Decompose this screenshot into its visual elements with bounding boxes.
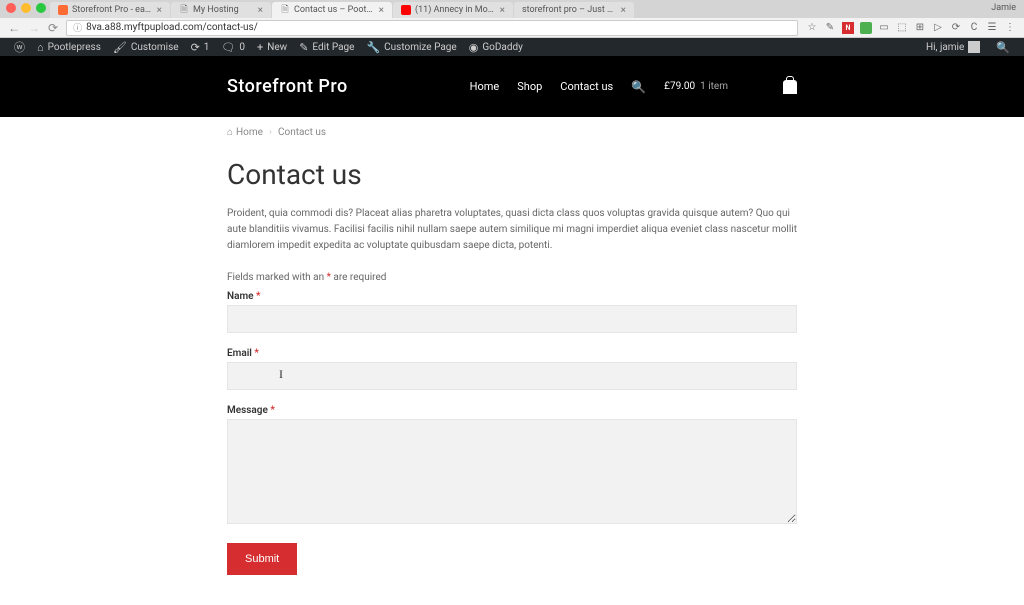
submit-button[interactable]: Submit	[227, 543, 297, 575]
home-icon: ⌂	[227, 127, 233, 138]
browser-tab[interactable]: (11) Annecy in Motion - 4K - S ×	[393, 2, 513, 18]
wrench-icon: 🔧	[366, 41, 380, 54]
mac-window-controls	[6, 3, 46, 13]
main-nav: Home Shop Contact us 🔍 £79.00 1 item	[470, 80, 797, 94]
cart-summary[interactable]: £79.00 1 item	[664, 80, 797, 94]
tab-title: (11) Annecy in Motion - 4K - S	[415, 5, 496, 15]
url-text: 8va.a88.myftpupload.com/contact-us/	[86, 22, 258, 33]
browser-tab-active[interactable]: 🗎 Contact us – Pootlepress ×	[272, 2, 392, 18]
nav-home[interactable]: Home	[470, 80, 500, 93]
close-window-button[interactable]	[6, 3, 16, 13]
breadcrumb-home[interactable]: ⌂Home	[227, 127, 263, 138]
plus-icon: +	[257, 41, 263, 54]
cart-count: 1 item	[700, 81, 728, 92]
tab-title: My Hosting	[193, 5, 254, 15]
avatar	[968, 41, 980, 53]
name-input[interactable]	[227, 305, 797, 333]
forward-button[interactable]: →	[28, 21, 40, 35]
main-content: Contact us Proident, quia commodi dis? P…	[227, 148, 797, 605]
cart-icon[interactable]	[783, 80, 797, 94]
extension-icon[interactable]: ▭	[878, 22, 890, 34]
url-input[interactable]: ⓘ 8va.a88.myftpupload.com/contact-us/	[66, 20, 798, 36]
wp-godaddy[interactable]: ◉GoDaddy	[463, 41, 529, 54]
email-label: Email *	[227, 348, 797, 359]
close-tab-icon[interactable]: ×	[157, 5, 162, 16]
extension-icon[interactable]: ▷	[932, 22, 944, 34]
extension-icon[interactable]: N	[842, 22, 854, 34]
wp-customize-page[interactable]: 🔧Customize Page	[360, 41, 462, 54]
close-tab-icon[interactable]: ×	[500, 5, 505, 16]
browser-address-bar: ← → ⟳ ⓘ 8va.a88.myftpupload.com/contact-…	[0, 18, 1024, 38]
star-icon[interactable]: ☆	[806, 22, 818, 34]
menu-icon[interactable]: ⋮	[1004, 22, 1016, 34]
nav-contact[interactable]: Contact us	[560, 80, 613, 93]
tab-title: storefront pro – Just another	[522, 5, 617, 15]
wp-new[interactable]: +New	[251, 41, 293, 54]
comment-icon: 🗨	[221, 41, 235, 54]
wp-comments[interactable]: 🗨0	[215, 41, 251, 54]
browser-tab[interactable]: 🗎 My Hosting ×	[171, 2, 271, 18]
browser-tab-bar: Storefront Pro - easily custom × 🗎 My Ho…	[0, 0, 1024, 18]
favicon-icon: 🗎	[179, 5, 189, 15]
tab-title: Storefront Pro - easily custom	[72, 5, 153, 15]
chrome-user-label[interactable]: Jamie	[991, 3, 1016, 13]
updates-icon: ⟳	[191, 41, 200, 54]
intro-text: Proident, quia commodi dis? Placeat alia…	[227, 206, 797, 254]
wordpress-icon: ⓦ	[14, 39, 25, 55]
tab-title: Contact us – Pootlepress	[294, 5, 375, 15]
wp-updates[interactable]: ⟳1	[185, 41, 216, 54]
home-icon: ⌂	[37, 41, 44, 54]
brush-icon: 🖌	[113, 41, 127, 54]
site-header: Storefront Pro Home Shop Contact us 🔍 £7…	[0, 56, 1024, 117]
breadcrumb-separator: ›	[269, 127, 272, 138]
extension-icon[interactable]: ☰	[986, 22, 998, 34]
extension-icon[interactable]	[860, 22, 872, 34]
wp-site-link[interactable]: ⌂Pootlepress	[31, 41, 107, 54]
extension-icon[interactable]: ⟳	[950, 22, 962, 34]
breadcrumb-current: Contact us	[278, 127, 326, 138]
search-icon: 🔍	[996, 41, 1010, 54]
site-logo[interactable]: Storefront Pro	[227, 76, 348, 97]
wp-admin-bar: ⓦ ⌂Pootlepress 🖌Customise ⟳1 🗨0 +New ✎Ed…	[0, 38, 1024, 56]
wp-edit-page[interactable]: ✎Edit Page	[293, 41, 360, 54]
message-textarea[interactable]	[227, 419, 797, 524]
extension-icon[interactable]: C	[968, 22, 980, 34]
wp-logo[interactable]: ⓦ	[8, 39, 31, 55]
extension-icons: ☆ ✎ N ▭ ⬚ ⊞ ▷ ⟳ C ☰ ⋮	[806, 22, 1016, 34]
youtube-icon	[401, 5, 411, 15]
page-title: Contact us	[227, 158, 797, 191]
email-input[interactable]	[227, 362, 797, 390]
required-note: Fields marked with an * are required	[227, 272, 797, 283]
extension-icon[interactable]: ⊞	[914, 22, 926, 34]
nav-shop[interactable]: Shop	[517, 80, 542, 93]
browser-tab[interactable]: Storefront Pro - easily custom ×	[50, 2, 170, 18]
godaddy-icon: ◉	[469, 41, 479, 54]
close-tab-icon[interactable]: ×	[258, 5, 263, 16]
favicon-icon: 🗎	[280, 5, 290, 15]
wp-user-greeting[interactable]: Hi, jamie	[920, 41, 986, 53]
minimize-window-button[interactable]	[21, 3, 31, 13]
close-tab-icon[interactable]: ×	[621, 5, 626, 16]
cart-total: £79.00	[664, 81, 695, 92]
search-icon[interactable]: 🔍	[631, 80, 646, 94]
maximize-window-button[interactable]	[36, 3, 46, 13]
pencil-icon: ✎	[299, 41, 308, 54]
close-tab-icon[interactable]: ×	[379, 5, 384, 16]
info-icon[interactable]: ⓘ	[73, 21, 82, 34]
wp-customise[interactable]: 🖌Customise	[107, 41, 185, 54]
extension-icon[interactable]: ⬚	[896, 22, 908, 34]
name-label: Name *	[227, 291, 797, 302]
browser-tab[interactable]: storefront pro – Just another ×	[514, 2, 634, 18]
favicon-icon	[58, 5, 68, 15]
message-label: Message *	[227, 405, 797, 416]
breadcrumb: ⌂Home › Contact us	[227, 117, 797, 148]
reload-button[interactable]: ⟳	[48, 21, 58, 35]
back-button[interactable]: ←	[8, 21, 20, 35]
wp-search[interactable]: 🔍	[990, 41, 1016, 54]
extension-icon[interactable]: ✎	[824, 22, 836, 34]
